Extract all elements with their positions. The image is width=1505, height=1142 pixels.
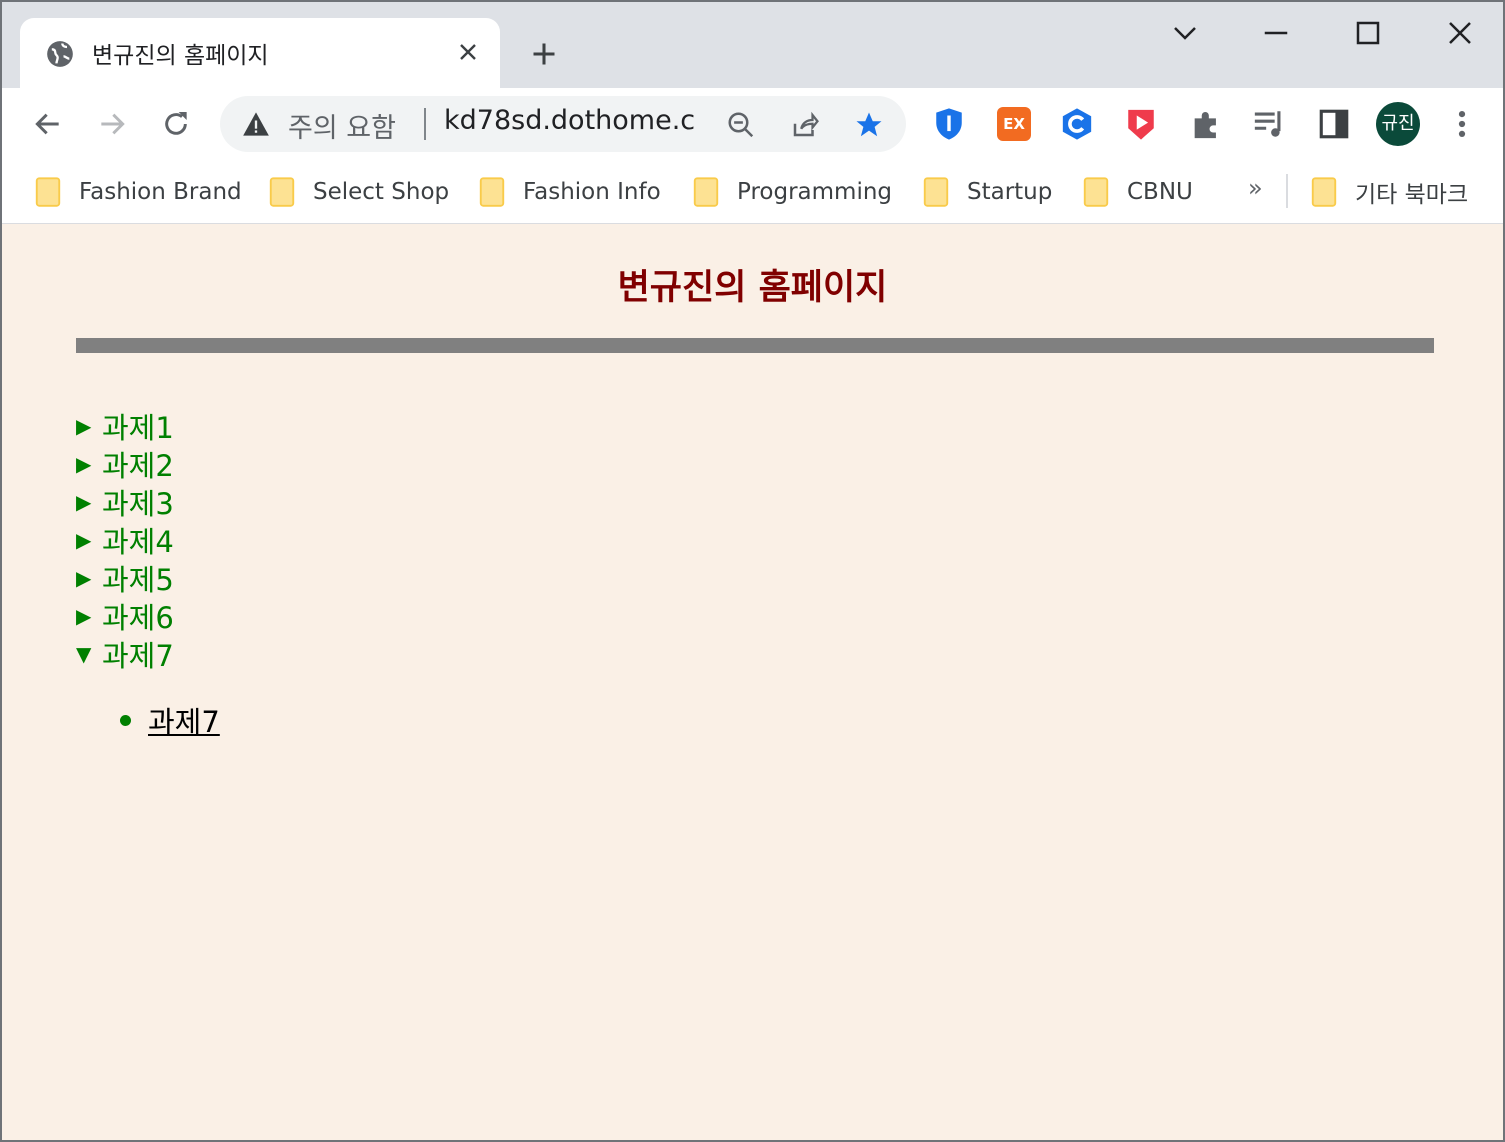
warning-icon[interactable] (242, 111, 270, 137)
folder-icon (1311, 177, 1337, 207)
security-status[interactable]: 주의 요함 (288, 106, 396, 145)
minimize-icon[interactable] (1261, 18, 1291, 48)
assignment-label: 과제7 (102, 639, 174, 673)
folder-icon (693, 177, 719, 207)
assignment-7-link[interactable]: 과제7 (148, 699, 220, 741)
disclosure-arrow-icon: ▶ (76, 452, 92, 476)
side-panel-icon[interactable] (1317, 107, 1351, 141)
chevron-down-icon[interactable] (1170, 18, 1200, 48)
bookmark-folder[interactable]: Fashion Brand (35, 172, 242, 212)
disclosure-arrow-icon: ▼ (76, 642, 92, 666)
profile-avatar[interactable]: 규진 (1376, 102, 1420, 146)
close-icon[interactable] (456, 40, 480, 64)
globe-icon (47, 41, 73, 67)
assignment-item-7[interactable]: ▼ 과제7 (76, 635, 174, 673)
star-icon[interactable] (854, 110, 884, 140)
horizontal-rule (76, 338, 1434, 353)
disclosure-arrow-icon: ▶ (76, 490, 92, 514)
bookmark-folder[interactable]: Programming (693, 172, 892, 212)
tab-strip: 변규진의 홈페이지 (2, 2, 1503, 90)
media-queue-icon[interactable] (1252, 107, 1286, 141)
bookmark-folder[interactable]: CBNU (1083, 172, 1193, 212)
assignment-item-3[interactable]: ▶ 과제3 (76, 483, 174, 521)
bookmark-folder[interactable]: Select Shop (269, 172, 449, 212)
bullet-icon (120, 714, 131, 726)
bookmarks-overflow-button[interactable]: » (1248, 174, 1263, 202)
zoom-out-icon[interactable] (726, 110, 756, 140)
assignment-item-2[interactable]: ▶ 과제2 (76, 445, 174, 483)
folder-icon (1083, 177, 1109, 207)
page-content: 변규진의 홈페이지 ▶ 과제1 ▶ 과제2 ▶ 과제3 ▶ 과제4 ▶ 과제5 (2, 225, 1503, 1140)
disclosure-arrow-icon: ▶ (76, 528, 92, 552)
more-vertical-icon[interactable] (1445, 107, 1479, 141)
play-shield-icon[interactable] (1124, 107, 1158, 141)
tab-title: 변규진의 홈페이지 (92, 43, 269, 69)
url-text[interactable]: kd78sd.dothome.c... (444, 105, 696, 136)
bookmarks-bar: Fashion Brand Select Shop Fashion Info P… (2, 160, 1503, 224)
address-separator (424, 108, 426, 140)
page-title: 변규진의 홈페이지 (617, 268, 888, 308)
assignment-label: 과제5 (102, 563, 174, 597)
bookmark-label: 기타 북마크 (1355, 182, 1469, 208)
assignment-item-5[interactable]: ▶ 과제5 (76, 559, 174, 597)
bookmark-label: Fashion Info (523, 179, 661, 205)
assignment-list: ▶ 과제1 ▶ 과제2 ▶ 과제3 ▶ 과제4 ▶ 과제5 ▶ 과제6 ▼ 과제… (76, 407, 174, 673)
tab-active[interactable]: 변규진의 홈페이지 (20, 18, 500, 90)
shield-icon[interactable] (932, 107, 966, 141)
puzzle-icon[interactable] (1189, 107, 1223, 141)
assignment-item-1[interactable]: ▶ 과제1 (76, 407, 174, 445)
bookmark-label: CBNU (1127, 179, 1193, 205)
bookmarks-separator (1286, 174, 1288, 208)
assignment-7-subitem: 과제7 (120, 699, 220, 741)
bookmark-label: Programming (737, 179, 893, 205)
plus-icon[interactable] (530, 40, 558, 68)
browser-window: 변규진의 홈페이지 주의 요함 kd78sd.dothome.c... EX 규… (0, 0, 1505, 1142)
assignment-label: 과제6 (102, 601, 174, 635)
bookmark-folder[interactable]: Fashion Info (479, 172, 661, 212)
forward-arrow-icon[interactable] (96, 108, 128, 140)
other-bookmarks-folder[interactable]: 기타 북마크 (1311, 172, 1468, 212)
disclosure-arrow-icon: ▶ (76, 566, 92, 590)
folder-icon (923, 177, 949, 207)
hexagon-c-icon[interactable] (1060, 107, 1094, 141)
address-bar[interactable]: 주의 요함 kd78sd.dothome.c... (220, 96, 906, 152)
toolbar: 주의 요함 kd78sd.dothome.c... EX 규진 (2, 88, 1503, 160)
window-close-icon[interactable] (1445, 18, 1475, 48)
maximize-icon[interactable] (1353, 18, 1383, 48)
bookmark-label: Startup (967, 179, 1053, 205)
folder-icon (35, 177, 61, 207)
disclosure-arrow-icon: ▶ (76, 414, 92, 438)
folder-icon (479, 177, 505, 207)
disclosure-arrow-icon: ▶ (76, 604, 92, 628)
assignment-label: 과제4 (102, 525, 174, 559)
bookmark-label: Fashion Brand (79, 179, 242, 205)
reload-icon[interactable] (160, 108, 192, 140)
bookmark-folder[interactable]: Startup (923, 172, 1052, 212)
bookmark-label: Select Shop (313, 179, 450, 205)
assignment-item-4[interactable]: ▶ 과제4 (76, 521, 174, 559)
share-icon[interactable] (790, 110, 820, 140)
folder-icon (269, 177, 295, 207)
back-arrow-icon[interactable] (32, 108, 64, 140)
assignment-label: 과제2 (102, 449, 174, 483)
assignment-label: 과제1 (102, 411, 174, 445)
extension-ex-icon[interactable]: EX (997, 107, 1031, 141)
assignment-label: 과제3 (102, 487, 174, 521)
assignment-item-6[interactable]: ▶ 과제6 (76, 597, 174, 635)
